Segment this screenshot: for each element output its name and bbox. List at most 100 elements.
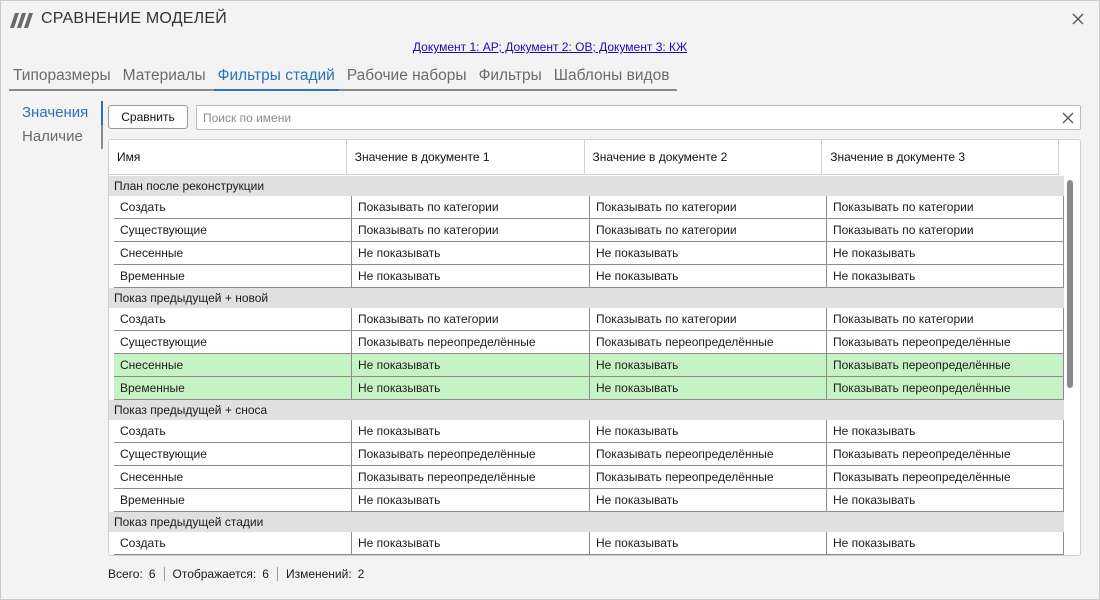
tab-phase-filters[interactable]: Фильтры стадий [213,65,340,91]
table-header: Имя Значение в документе 1 Значение в до… [109,140,1059,175]
scrollbar-thumb[interactable] [1067,180,1073,388]
cell-name: Временные [114,489,352,512]
table-row[interactable]: Снесенные Показывать переопределённые Пока… [109,466,1064,489]
group-row[interactable]: Показ предыдущей + новой [109,288,1064,308]
cell-doc2-value: Не показывать [590,242,827,265]
status-changes-value: 2 [357,567,365,581]
documents-link[interactable]: Документ 1: АР; Документ 2: ОВ; Документ… [413,40,687,54]
cell-name: Существующие [114,331,352,354]
cell-doc2-value: Не показывать [590,532,827,555]
group-row[interactable]: Показ предыдущей стадии [109,512,1064,532]
tab-filters[interactable]: Фильтры [475,65,546,89]
table-row[interactable]: Создать Показывать по категории Показывать… [109,196,1064,219]
window-title: СРАВНЕНИЕ МОДЕЛЕЙ [41,10,227,27]
title-bar: СРАВНЕНИЕ МОДЕЛЕЙ [1,1,1099,37]
cell-doc3-value: Показывать по категории [827,219,1064,242]
table-row[interactable]: Существующие Показывать переопределённые П… [109,331,1064,354]
close-button[interactable] [1065,7,1091,31]
cell-doc3-value: Показывать переопределённые [827,466,1064,489]
cell-doc1-value: Не показывать [352,420,590,443]
cell-doc3-value: Не показывать [827,532,1064,555]
tab-bar: Типоразмеры Материалы Фильтры стадий Раб… [9,65,678,91]
compare-button[interactable]: Сравнить [108,105,188,129]
status-shown-label: Отображается: [172,567,257,581]
cell-doc2-value: Показывать переопределённые [590,331,827,354]
cell-doc1-value: Не показывать [352,532,590,555]
cell-doc3-value: Показывать по категории [827,196,1064,219]
status-bar: Всего: 6 Отображается: 6 Изменений: 2 [108,567,372,581]
table-row[interactable]: Создать Не показывать Не показывать Не пока… [109,420,1064,443]
cell-doc1-value: Показывать переопределённые [352,466,590,489]
cell-name: Создать [114,532,352,555]
cell-doc1-value: Не показывать [352,489,590,512]
status-changes: Изменений: 2 [278,567,372,581]
cell-name: Создать [114,420,352,443]
cell-doc2-value: Показывать по категории [590,219,827,242]
group-row[interactable]: Показ предыдущей + сноса [109,400,1064,420]
cell-doc1-value: Показывать по категории [352,219,590,242]
group-row[interactable]: План после реконструкции [109,176,1064,196]
sidenav-item-presence[interactable]: Наличие [17,125,103,149]
status-shown-value: 6 [262,567,269,581]
clear-search-icon[interactable] [1060,110,1076,126]
cell-name: Снесенные [114,466,352,489]
tab-view-templates[interactable]: Шаблоны видов [550,65,674,89]
vertical-scrollbar[interactable] [1067,178,1073,550]
table-row[interactable]: Существующие Показывать по категории Показ… [109,219,1064,242]
cell-doc3-value: Не показывать [827,265,1064,288]
tab-worksets[interactable]: Рабочие наборы [343,65,471,89]
column-header-doc1[interactable]: Значение в документе 1 [347,140,585,175]
table-row[interactable]: Существующие Показывать переопределённые П… [109,443,1064,466]
table-row-changed[interactable]: Снесенные Не показывать Не показывать Показ… [109,354,1064,377]
table-row[interactable]: Снесенные Не показывать Не показывать Не по… [109,242,1064,265]
cell-name: Временные [114,377,352,400]
sidenav-item-values[interactable]: Значения [17,101,103,125]
table-row[interactable]: Временные Не показывать Не показывать Не по… [109,265,1064,288]
cell-doc3-value: Показывать переопределённые [827,331,1064,354]
cell-doc1-value: Показывать по категории [352,196,590,219]
cell-doc1-value: Показывать переопределённые [352,331,590,354]
cell-name: Существующие [114,443,352,466]
cell-doc3-value: Не показывать [827,242,1064,265]
column-header-doc2[interactable]: Значение в документе 2 [585,140,823,175]
side-navigation: Значения Наличие [17,101,103,149]
search-box [196,105,1081,130]
cell-doc3-value: Не показывать [827,420,1064,443]
table-row[interactable]: Временные Не показывать Не показывать Не по… [109,489,1064,512]
cell-doc1-value: Не показывать [352,354,590,377]
status-shown: Отображается: 6 [165,567,278,581]
cell-doc1-value: Показывать переопределённые [352,443,590,466]
status-total: Всего: 6 [108,567,165,581]
cell-doc3-value: Показывать переопределённые [827,443,1064,466]
tab-materials[interactable]: Материалы [119,65,210,89]
search-input[interactable] [203,109,1053,127]
cell-doc2-value: Не показывать [590,265,827,288]
column-header-name[interactable]: Имя [109,140,347,175]
cell-doc2-value: Показывать переопределённые [590,443,827,466]
column-header-doc3[interactable]: Значение в документе 3 [822,140,1059,175]
table-row[interactable]: Создать Не показывать Не показывать Не пока… [109,532,1064,555]
table-body: План после реконструкции Создать Показыват… [109,176,1064,555]
table-row-changed[interactable]: Временные Не показывать Не показывать Показ… [109,377,1064,400]
app-logo-icon [10,13,33,28]
tab-typesizes[interactable]: Типоразмеры [9,65,115,89]
cell-doc2-value: Не показывать [590,354,827,377]
cell-doc3-value: Показывать переопределённые [827,377,1064,400]
cell-name: Существующие [114,219,352,242]
cell-name: Создать [114,308,352,331]
cell-doc1-value: Не показывать [352,265,590,288]
cell-name: Снесенные [114,242,352,265]
cell-doc2-value: Не показывать [590,420,827,443]
cell-doc3-value: Показывать переопределённые [827,354,1064,377]
compare-models-window: СРАВНЕНИЕ МОДЕЛЕЙ Документ 1: АР; Докуме… [0,0,1100,600]
status-total-label: Всего: [108,567,143,581]
documents-info: Документ 1: АР; Документ 2: ОВ; Документ… [1,40,1099,54]
cell-doc2-value: Показывать по категории [590,308,827,331]
cell-doc3-value: Показывать по категории [827,308,1064,331]
table-row[interactable]: Создать Показывать по категории Показывать… [109,308,1064,331]
cell-doc1-value: Не показывать [352,377,590,400]
cell-doc3-value: Не показывать [827,489,1064,512]
cell-name: Временные [114,265,352,288]
cell-doc2-value: Не показывать [590,489,827,512]
cell-name: Снесенные [114,354,352,377]
